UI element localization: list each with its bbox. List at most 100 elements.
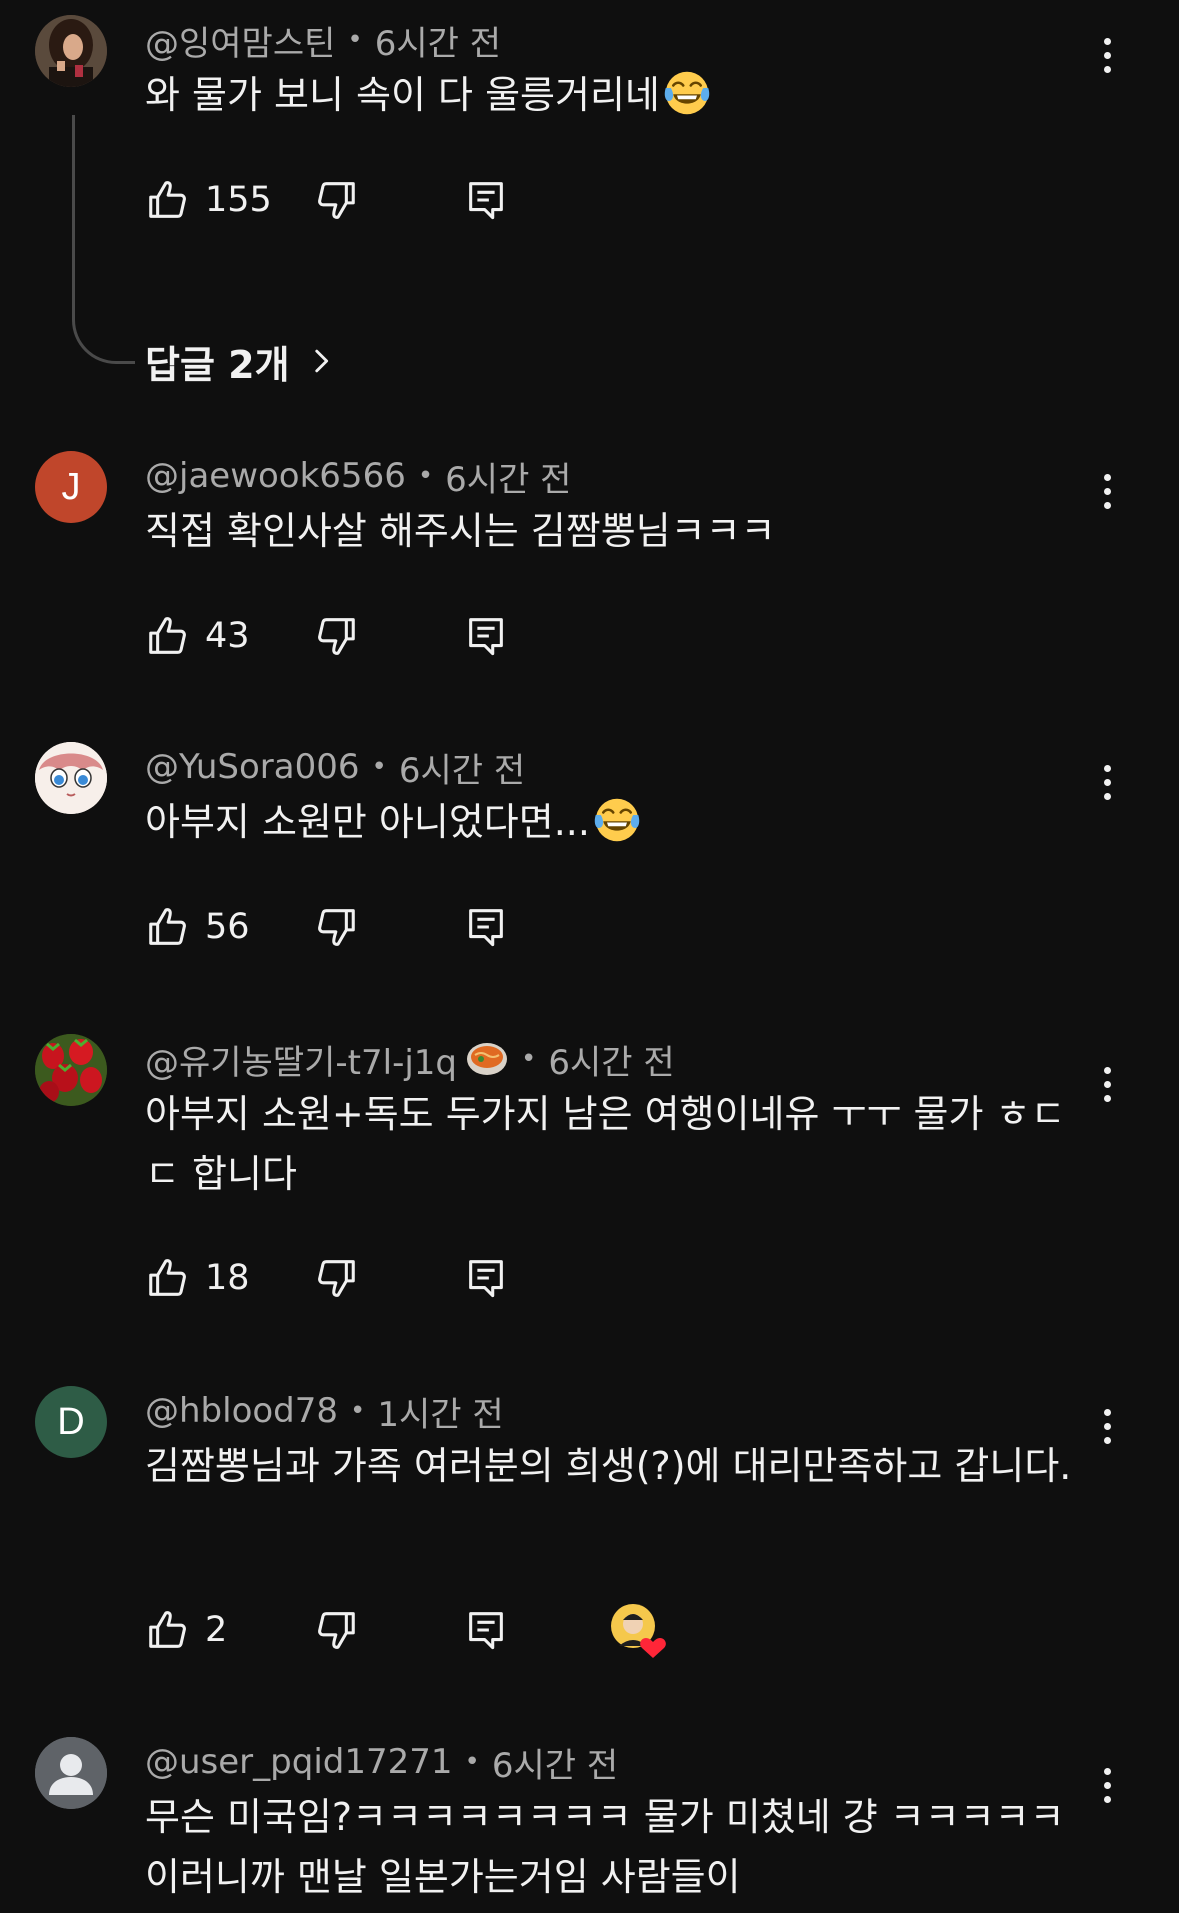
comment-text-content: 와 물가 보니 속이 다 울릉거리네 xyxy=(145,73,660,117)
like-button[interactable]: 155 xyxy=(145,170,272,230)
like-count: 56 xyxy=(205,907,250,947)
like-button[interactable]: 43 xyxy=(145,606,250,666)
comment-time: 6시간 전 xyxy=(398,750,526,791)
comment-meta: @잉여맘스틴 • 6시간 전 xyxy=(145,15,501,65)
more-options-button[interactable] xyxy=(1094,752,1120,812)
reply-icon xyxy=(463,1607,509,1653)
like-count: 43 xyxy=(205,616,250,656)
comment-text: 직접 확인사살 해주시는 김짬뽕님ㅋㅋㅋ xyxy=(145,509,776,553)
like-count: 2 xyxy=(205,1610,228,1650)
separator-dot: • xyxy=(350,1396,366,1426)
reply-button[interactable] xyxy=(463,606,509,666)
thumbs-down-icon xyxy=(313,613,359,659)
comment-meta: @hblood78 • 1시간 전 xyxy=(145,1386,504,1436)
replies-label: 답글 2개 xyxy=(145,342,290,387)
thread-line xyxy=(72,115,135,364)
more-vertical-icon xyxy=(1103,1767,1111,1775)
comments-feed: @잉여맘스틴 • 6시간 전 와 물가 보니 속이 다 울릉거리네 155 답글… xyxy=(0,0,1179,1913)
comment-text: 아부지 소원+독도 두가지 남은 여행이네유 ㅜㅜ 물가 ㅎㄷㄷ 합니다 xyxy=(145,1092,1066,1196)
avatar[interactable] xyxy=(35,15,107,87)
avatar[interactable] xyxy=(35,1737,107,1809)
thumbs-up-icon xyxy=(145,904,191,950)
avatar-letter: D xyxy=(57,1400,85,1443)
creator-heart-badge xyxy=(605,1600,675,1660)
thumbs-down-icon xyxy=(313,904,359,950)
dislike-button[interactable] xyxy=(313,1600,359,1660)
like-button[interactable]: 56 xyxy=(145,897,250,957)
comment-actions: 43 xyxy=(145,606,945,666)
more-options-button[interactable] xyxy=(1094,1755,1120,1815)
reply-button[interactable] xyxy=(463,1248,509,1308)
reply-button[interactable] xyxy=(463,170,509,230)
chevron-right-icon xyxy=(314,349,328,373)
more-vertical-icon xyxy=(1103,1066,1111,1074)
comment-time: 6시간 전 xyxy=(445,459,572,500)
reply-button[interactable] xyxy=(463,897,509,957)
more-vertical-icon xyxy=(1103,764,1111,772)
more-vertical-icon xyxy=(1103,37,1111,45)
author-name[interactable]: @hblood78 xyxy=(145,1391,338,1431)
more-options-button[interactable] xyxy=(1094,1396,1120,1456)
thumbs-up-icon xyxy=(145,1255,191,1301)
thumbs-down-icon xyxy=(313,1607,359,1653)
like-button[interactable]: 18 xyxy=(145,1248,250,1308)
reply-icon xyxy=(463,177,509,223)
author-name[interactable]: @user_pqid17271 xyxy=(145,1742,453,1782)
reply-button[interactable] xyxy=(463,1600,509,1660)
reply-icon xyxy=(463,904,509,950)
author-name[interactable]: @유기농딸기-t7l-j1q xyxy=(145,1035,457,1084)
dislike-button[interactable] xyxy=(313,1248,359,1308)
thumbs-up-icon xyxy=(145,1607,191,1653)
comment-text: 무슨 미국임?ㅋㅋㅋㅋㅋㅋㅋㅋ 물가 미쳤네 걍 ㅋㅋㅋㅋㅋ 이러니까 맨날 일… xyxy=(145,1795,1065,1899)
comment-time: 6시간 전 xyxy=(491,1745,619,1786)
comment-text: 김짬뽕님과 가족 여러분의 희생(?)에 대리만족하고 갑니다. xyxy=(145,1444,1072,1488)
comment-meta: @유기농딸기-t7l-j1q • 6시간 전 xyxy=(145,1034,675,1084)
comment-time: 6시간 전 xyxy=(374,23,502,64)
author-name[interactable]: @YuSora006 xyxy=(145,747,360,787)
thumbs-up-icon xyxy=(145,613,191,659)
avatar-photo-icon xyxy=(35,15,107,87)
comment-meta: @YuSora006 • 6시간 전 xyxy=(145,742,525,792)
avatar[interactable] xyxy=(35,1034,107,1106)
comment-actions: 155 xyxy=(145,170,945,230)
avatar-letter: J xyxy=(61,465,81,508)
separator-dot: • xyxy=(347,25,363,55)
reply-icon xyxy=(463,1255,509,1301)
comment-time: 1시간 전 xyxy=(377,1394,504,1435)
separator-dot: • xyxy=(464,1747,480,1777)
view-replies-button[interactable]: 답글 2개 xyxy=(145,333,338,389)
face-with-tears-of-joy-icon xyxy=(592,795,642,845)
author-name[interactable]: @jaewook6566 xyxy=(145,456,406,496)
dislike-button[interactable] xyxy=(313,606,359,666)
more-vertical-icon xyxy=(1103,1408,1111,1416)
thumbs-up-icon xyxy=(145,177,191,223)
more-options-button[interactable] xyxy=(1094,25,1120,85)
comment-actions: 18 xyxy=(145,1248,945,1308)
thumbs-down-icon xyxy=(313,177,359,223)
separator-dot: • xyxy=(417,461,434,491)
like-count: 155 xyxy=(205,180,272,220)
thumbs-down-icon xyxy=(313,1255,359,1301)
comment-time: 6시간 전 xyxy=(548,1042,675,1083)
separator-dot: • xyxy=(521,1044,537,1074)
avatar[interactable]: D xyxy=(35,1386,107,1458)
avatar[interactable] xyxy=(35,742,107,814)
face-with-tears-of-joy-icon xyxy=(662,68,712,118)
comment-meta: @jaewook6566 • 6시간 전 xyxy=(145,451,571,501)
dislike-button[interactable] xyxy=(313,170,359,230)
more-options-button[interactable] xyxy=(1094,1054,1120,1114)
strawberries-avatar-icon xyxy=(35,1034,107,1106)
creator-heart-icon xyxy=(611,1604,666,1658)
anime-character-avatar-icon xyxy=(35,742,107,814)
author-name[interactable]: @잉여맘스틴 xyxy=(145,16,335,65)
reply-icon xyxy=(463,613,509,659)
more-vertical-icon xyxy=(1103,473,1111,481)
default-user-icon xyxy=(35,1737,107,1809)
ramen-bowl-icon xyxy=(467,1043,508,1075)
like-count: 18 xyxy=(205,1258,250,1298)
more-options-button[interactable] xyxy=(1094,461,1120,521)
avatar[interactable]: J xyxy=(35,451,107,523)
like-button[interactable]: 2 xyxy=(145,1600,227,1660)
comment-text: 아부지 소원만 아니었다면... xyxy=(145,792,1095,852)
dislike-button[interactable] xyxy=(313,897,359,957)
